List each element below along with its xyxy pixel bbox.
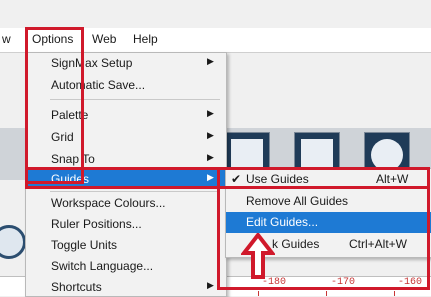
menu-item-toggle-units[interactable]: Toggle Units <box>26 235 226 255</box>
annotation-box-options <box>25 27 84 184</box>
submenu-arrow-icon: ▶ <box>207 280 214 290</box>
menu-help[interactable]: Help <box>133 32 158 46</box>
menu-item-shortcuts[interactable]: Shortcuts ▶ <box>26 277 226 297</box>
menu-item-switch-language[interactable]: Switch Language... <box>26 256 226 276</box>
ruler-mark <box>258 291 259 296</box>
menu-item-label: Shortcuts <box>51 280 102 294</box>
submenu-arrow-icon: ▶ <box>207 108 214 118</box>
menu-item-label: Workspace Colours... <box>51 196 166 210</box>
menu-item-ruler-positions[interactable]: Ruler Positions... <box>26 214 226 234</box>
menu-item-label: Switch Language... <box>51 259 154 273</box>
menu-item-label: Toggle Units <box>51 238 118 252</box>
ruler-mark <box>326 291 327 296</box>
submenu-arrow-icon: ▶ <box>207 56 214 66</box>
menu-web[interactable]: Web <box>92 32 116 46</box>
menu-fragment[interactable]: w <box>2 32 11 46</box>
red-arrow-icon <box>241 233 275 279</box>
submenu-arrow-icon: ▶ <box>207 130 214 140</box>
menu-separator <box>50 191 220 192</box>
ruler-mark <box>394 291 395 296</box>
menu-item-label: Ruler Positions... <box>51 217 142 231</box>
submenu-arrow-icon: ▶ <box>207 152 214 162</box>
menu-item-workspace-colours[interactable]: Workspace Colours... <box>26 193 226 213</box>
